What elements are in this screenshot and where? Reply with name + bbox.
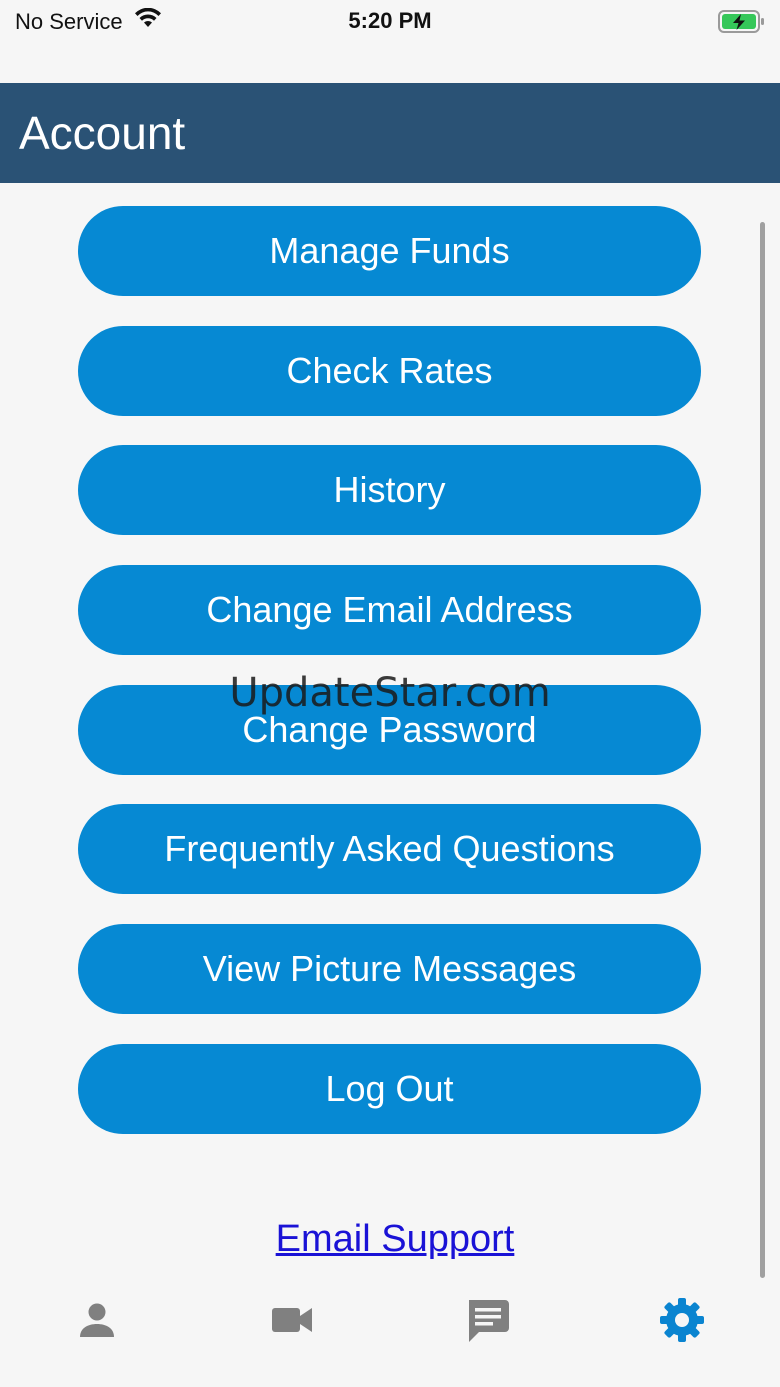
account-menu: Manage Funds Check Rates History Change … [78,206,701,1164]
tab-bar [0,1290,780,1360]
navigation-header: Account [0,83,780,183]
tab-profile[interactable] [67,1290,127,1354]
change-email-address-button[interactable]: Change Email Address [78,565,701,656]
faq-button[interactable]: Frequently Asked Questions [78,804,701,895]
manage-funds-button[interactable]: Manage Funds [78,206,701,296]
tab-settings[interactable] [652,1290,712,1354]
page-title: Account [19,107,186,159]
email-support-link[interactable]: Email Support [0,1218,780,1261]
status-time: 5:20 PM [348,8,432,33]
tab-video[interactable] [262,1290,322,1354]
view-picture-messages-button[interactable]: View Picture Messages [78,924,701,1015]
tab-messages[interactable] [457,1290,517,1354]
history-button[interactable]: History [78,445,701,536]
chat-icon [463,1296,511,1349]
scroll-indicator[interactable] [760,222,765,1278]
gear-icon [659,1297,705,1348]
battery-charging-icon [718,10,766,39]
video-camera-icon [270,1303,314,1342]
change-password-button[interactable]: Change Password [78,684,701,775]
person-icon [77,1300,117,1345]
status-bar: No Service 5:20 PM [0,0,780,44]
log-out-button[interactable]: Log Out [78,1043,701,1134]
check-rates-button[interactable]: Check Rates [78,325,701,416]
